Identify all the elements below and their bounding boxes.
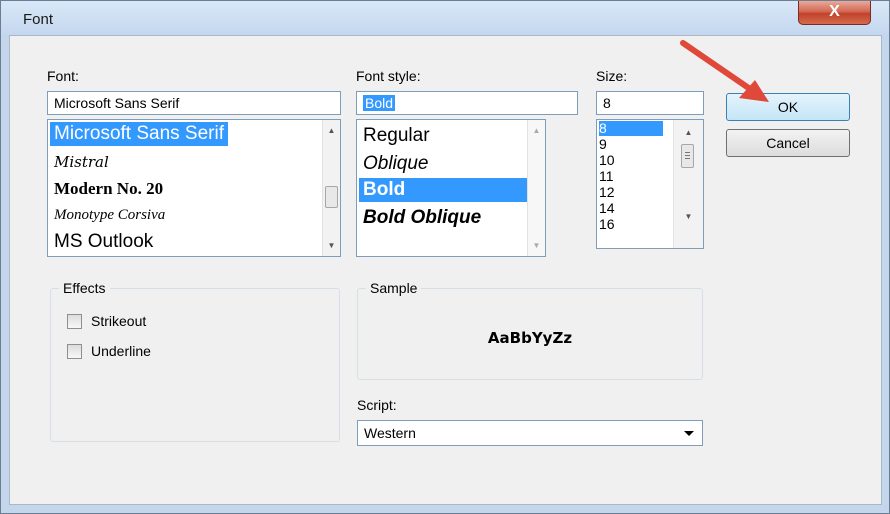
sample-preview-text: AaBbYyZz <box>487 329 573 347</box>
strikeout-checkbox[interactable] <box>67 314 82 329</box>
sample-groupbox: Sample AaBbYyZz <box>357 280 703 380</box>
red-pointer-arrow-icon <box>680 40 769 102</box>
thumb-grip <box>685 158 690 159</box>
size-list-item[interactable]: 12 <box>599 185 615 200</box>
sample-legend: Sample <box>366 280 422 296</box>
scroll-down-arrow-icon[interactable]: ▼ <box>674 208 703 225</box>
font-style-item[interactable]: Bold Oblique <box>359 206 485 230</box>
effects-legend: Effects <box>59 280 110 296</box>
effects-groupbox: Effects Strikeout Underline <box>50 280 340 442</box>
font-list-item[interactable]: MS Outlook <box>50 230 157 254</box>
dropdown-arrow-icon[interactable] <box>684 431 694 436</box>
font-style-item[interactable]: Oblique <box>359 152 433 176</box>
font-list-item[interactable]: Monotype Corsiva <box>50 206 169 225</box>
scroll-down-arrow-icon[interactable]: ▼ <box>528 237 545 254</box>
scroll-down-arrow-icon[interactable]: ▼ <box>323 237 340 254</box>
underline-checkbox[interactable] <box>67 344 82 359</box>
size-list-item[interactable]: 11 <box>599 169 614 184</box>
font-style-item[interactable]: Bold <box>359 178 540 202</box>
pointer-shaft <box>680 40 756 94</box>
thumb-grip <box>685 152 690 153</box>
font-dialog-window: Font X Font: Microsoft Sans Serif Micros… <box>0 0 890 514</box>
underline-label: Underline <box>91 343 151 359</box>
thumb-grip <box>685 155 690 156</box>
strikeout-label: Strikeout <box>91 313 147 329</box>
size-list-item[interactable]: 10 <box>599 153 615 168</box>
size-list-item[interactable]: 16 <box>599 217 615 232</box>
script-value: Western <box>364 425 416 441</box>
scroll-thumb[interactable] <box>325 186 338 208</box>
size-list-item[interactable]: 14 <box>599 201 615 216</box>
font-list-item[interactable]: Modern No. 20 <box>50 178 167 200</box>
script-label: Script: <box>357 397 397 413</box>
script-dropdown[interactable]: Western <box>357 420 703 446</box>
font-list-item[interactable]: Mistral <box>50 152 113 172</box>
